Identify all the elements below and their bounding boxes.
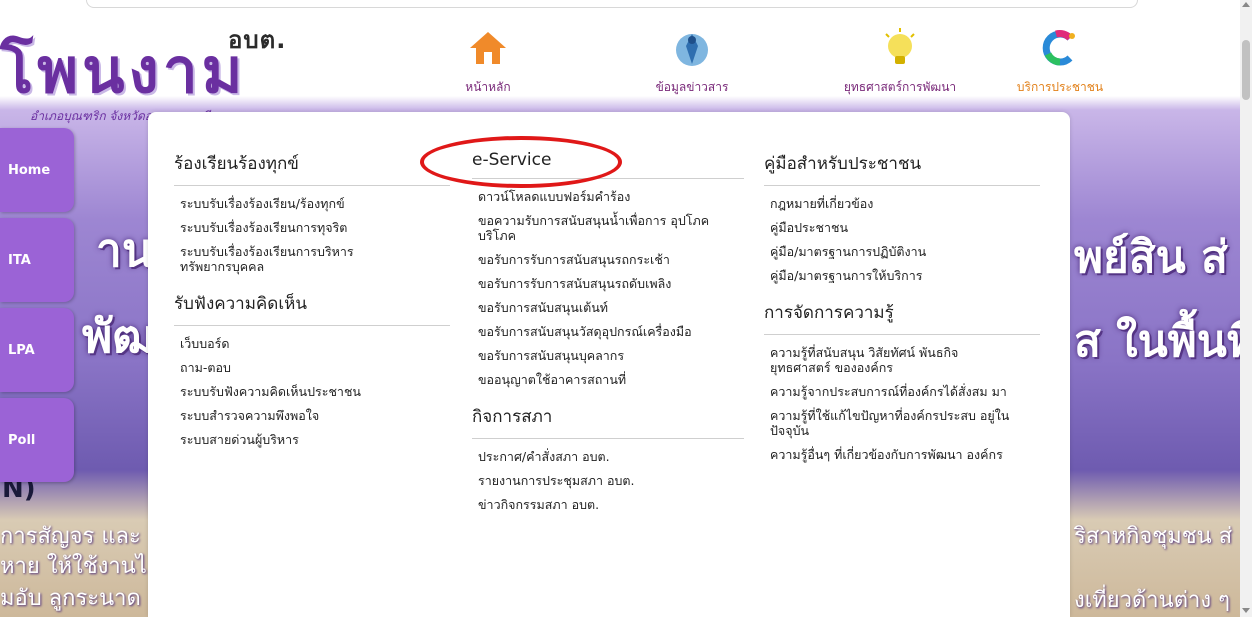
menu-column-eservice: e-Service ดาวน์โหลดแบบฟอร์มคำร้อง ขอความ… <box>472 150 744 521</box>
nav-home[interactable]: หน้าหลัก <box>448 28 528 98</box>
hero-headline-right-1: พย์สิน ส่ <box>1074 232 1228 283</box>
service-c-icon <box>1042 30 1075 66</box>
nav-information-label: ข้อมูลข่าวสาร <box>655 80 729 94</box>
menu-item[interactable]: ระบบรับฟังความคิดเห็นประชาชน <box>174 384 450 399</box>
menu-item[interactable]: ถาม-ตอบ <box>174 360 450 375</box>
menu-item[interactable]: ระบบรับเรื่องร้องเรียนการทุจริต <box>174 220 450 235</box>
info-emblem-icon <box>676 34 708 66</box>
menu-item[interactable]: คู่มือ/มาตรฐานการให้บริการ <box>764 268 1040 283</box>
side-tab-lpa[interactable]: LPA <box>0 308 74 392</box>
menu-column-complaints: ร้องเรียนร้องทุกข์ ระบบรับเรื่องร้องเรีย… <box>174 150 450 456</box>
side-tab-ita[interactable]: ITA <box>0 218 74 302</box>
menu-item[interactable]: ขอรับการรับการสนับสนุนรถดับเพลิง <box>472 276 744 291</box>
hero-caption-right-2: งเที่ยวด้านต่าง ๆ <box>1074 588 1230 613</box>
mega-menu-panel: ร้องเรียนร้องทุกข์ ระบบรับเรื่องร้องเรีย… <box>148 112 1070 617</box>
nav-information[interactable]: ข้อมูลข่าวสาร <box>640 28 744 98</box>
home-icon <box>470 32 506 64</box>
menu-item[interactable]: ระบบสายด่วนผู้บริหาร <box>174 432 450 447</box>
nav-strategy[interactable]: ยุทธศาสตร์การพัฒนา <box>840 28 960 98</box>
menu-item[interactable]: ข่าวกิจกรรมสภา อบต. <box>472 497 744 512</box>
menu-heading-feedback: รับฟังความคิดเห็น <box>174 290 450 326</box>
hero-caption-right-1: ริสาหกิจชุมชน ส่ <box>1074 524 1233 549</box>
hero-headline-right-2: ส ในพื้นที <box>1074 316 1252 367</box>
menu-item[interactable]: ความรู้ที่สนับสนุน วิสัยทัศน์ พันธกิจ ยุ… <box>764 345 1014 375</box>
menu-item[interactable]: ขออนุญาตใช้อาคารสถานที่ <box>472 372 744 387</box>
menu-heading-complaints: ร้องเรียนร้องทุกข์ <box>174 150 450 186</box>
hero-headline-left-2: พัฒ <box>82 309 154 363</box>
page-scrollbar[interactable] <box>1240 0 1252 617</box>
menu-item[interactable]: ประกาศ/คำสั่งสภา อบต. <box>472 449 744 464</box>
menu-item[interactable]: ขอรับการสนับสนุนวัสดุอุปกรณ์เครื่องมือ <box>472 324 744 339</box>
menu-item[interactable]: ขอรับการรับการสนับสนุนรถกระเช้า <box>472 252 744 267</box>
highlight-ellipse <box>420 136 622 188</box>
menu-item[interactable]: คู่มือประชาชน <box>764 220 1040 235</box>
menu-item[interactable]: ดาวน์โหลดแบบฟอร์มคำร้อง <box>472 189 744 204</box>
side-tab-home[interactable]: Home <box>0 128 74 212</box>
scroll-down-arrow-icon[interactable] <box>1242 608 1250 613</box>
side-tab-poll[interactable]: Poll <box>0 398 74 482</box>
scroll-thumb[interactable] <box>1242 40 1250 100</box>
menu-item[interactable]: ขอรับการสนับสนุนบุคลากร <box>472 348 744 363</box>
menu-item[interactable]: ขอความรับการสนับสนุนน้ำเพื่อการ อุปโภคบร… <box>472 213 712 243</box>
menu-heading-knowledge: การจัดการความรู้ <box>764 299 1040 335</box>
menu-item[interactable]: ขอรับการสนับสนุนเต้นท์ <box>472 300 744 315</box>
menu-item[interactable]: รายงานการประชุมสภา อบต. <box>472 473 744 488</box>
menu-item[interactable]: ระบบรับเรื่องร้องเรียนการบริหาร ทรัพยากร… <box>174 244 394 274</box>
scroll-up-arrow-icon[interactable] <box>1242 2 1250 7</box>
nav-public-service-label: บริการประชาชน <box>1016 80 1104 94</box>
nav-strategy-label: ยุทธศาสตร์การพัฒนา <box>843 80 957 94</box>
hero-caption-3: มอับ ลูกระนาด <box>0 586 141 611</box>
menu-item[interactable]: ระบบรับเรื่องร้องเรียน/ร้องทุกข์ <box>174 196 450 211</box>
menu-item[interactable]: ความรู้ที่ใช้แก้ไขปัญหาที่องค์กรประสบ อย… <box>764 408 1014 438</box>
menu-heading-handbook: คู่มือสำหรับประชาชน <box>764 150 1040 186</box>
logo-name: โพนงาม <box>0 34 247 107</box>
menu-item[interactable]: ระบบสำรวจความพึงพอใจ <box>174 408 450 423</box>
nav-public-service[interactable]: บริการประชาชน <box>1008 28 1112 98</box>
lightbulb-icon <box>885 28 915 64</box>
menu-column-handbook: คู่มือสำหรับประชาชน กฎหมายที่เกี่ยวข้อง … <box>764 150 1040 471</box>
nav-home-label: หน้าหลัก <box>465 80 511 94</box>
menu-item[interactable]: ความรู้อื่นๆ ที่เกี่ยวข้องกับการพัฒนา อง… <box>764 447 1014 462</box>
menu-item[interactable]: ความรู้จากประสบการณ์ที่องค์กรได้สั่งสม ม… <box>764 384 1014 399</box>
menu-item[interactable]: คู่มือ/มาตรฐานการปฏิบัติงาน <box>764 244 1040 259</box>
top-address-strip <box>86 0 1138 8</box>
menu-heading-council: กิจการสภา <box>472 403 744 439</box>
hero-caption-2: หาย ให้ใช้งานไ <box>0 554 147 579</box>
menu-item[interactable]: กฎหมายที่เกี่ยวข้อง <box>764 196 1040 211</box>
menu-item[interactable]: เว็บบอร์ด <box>174 336 450 351</box>
